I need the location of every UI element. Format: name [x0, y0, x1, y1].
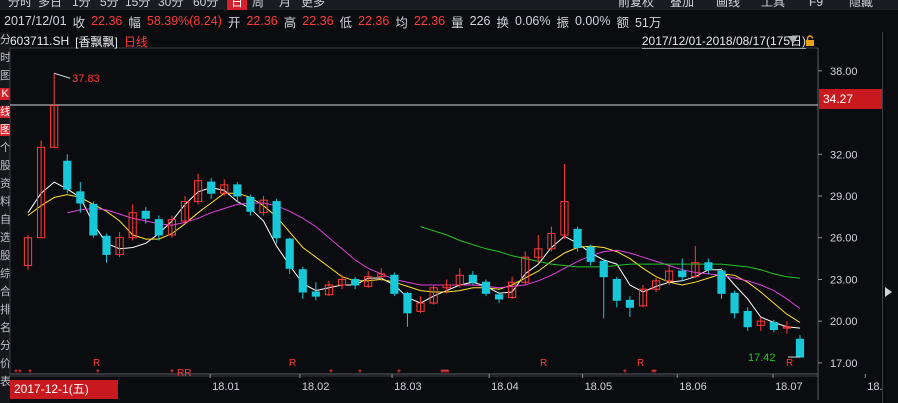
stock-name: [香飘飘]: [75, 34, 118, 49]
candle-body: [730, 292, 739, 314]
candle-body: [573, 228, 582, 248]
kline-chart[interactable]: 38.00 32.00 29.00 26.00 23.00 20.00 17.00 18.01…: [0, 0, 898, 403]
y-tick-label: 29.00: [830, 191, 858, 203]
candle-body: [390, 274, 399, 294]
candle-body: [76, 191, 85, 204]
event-marker: *: [397, 368, 401, 379]
candle-body: [154, 219, 163, 236]
x-tick-label: 18.01: [212, 381, 240, 393]
y-tick-label: 26.00: [830, 233, 858, 245]
stock-code: 603711.SH: [10, 34, 70, 48]
event-marker: *: [623, 368, 627, 379]
crosshair-date-tag: 2017-12-1(五): [10, 380, 118, 399]
range-dropdown-icon[interactable]: [788, 36, 798, 44]
crosshair-price-tag: 34.27: [819, 89, 882, 109]
event-marker: *: [358, 368, 362, 379]
date-range-label[interactable]: 2017/12/01-2018/08/17(175日): [641, 34, 806, 49]
event-marker: *: [170, 368, 174, 379]
candle-body: [298, 269, 307, 293]
candle-body: [769, 322, 778, 331]
y-tick-label: 17.00: [830, 358, 858, 370]
event-marker: *: [653, 368, 657, 379]
y-tick-label: 32.00: [830, 149, 858, 161]
period-label[interactable]: 日线: [124, 33, 148, 50]
y-tick-label: 38.00: [830, 66, 858, 78]
candle-body: [625, 299, 634, 308]
candle-body: [743, 310, 752, 328]
expand-arrow-icon[interactable]: [885, 287, 892, 297]
y-tick-label: 20.00: [830, 316, 858, 328]
event-marker: RR: [177, 368, 191, 379]
candle-body: [89, 203, 98, 236]
ma-line-ma60: [420, 226, 801, 279]
candle-body: [403, 292, 412, 314]
ma-line-ma5: [27, 181, 801, 329]
x-tick-label: 18.06: [679, 381, 707, 393]
candle-body: [494, 294, 504, 300]
candle-body: [207, 181, 216, 194]
right-scroll-strip: [882, 32, 898, 403]
candle-body: [468, 274, 477, 283]
candle-body: [481, 281, 491, 294]
plot-frame: [9, 47, 819, 377]
event-marker: *: [329, 368, 333, 379]
x-tick-label: 18.04: [491, 381, 519, 393]
y-tick-label: 23.00: [830, 274, 858, 286]
x-tick-label: 18.03: [394, 381, 422, 393]
candle-body: [285, 238, 294, 269]
candle-body: [586, 246, 595, 262]
candle-body: [63, 160, 72, 190]
event-marker: R: [540, 358, 547, 369]
candle-body: [272, 201, 281, 239]
low-label: 17.42: [748, 352, 776, 364]
candle-body: [795, 338, 805, 358]
candle-body: [678, 270, 687, 278]
event-marker: R: [289, 358, 296, 369]
candle-body: [612, 278, 621, 301]
event-marker: R: [786, 358, 793, 369]
lock-icon[interactable]: [804, 35, 816, 47]
candle-body: [704, 262, 713, 271]
event-marker: **: [442, 368, 450, 379]
event-marker: *: [28, 368, 32, 379]
candle-body: [311, 291, 320, 297]
x-tick-label: 18.05: [585, 381, 613, 393]
x-tick-label: 18.02: [302, 381, 330, 393]
high-pointer: [54, 72, 71, 79]
candle-body: [102, 235, 111, 255]
x-tick-label: 18.07: [775, 381, 803, 393]
candle-body: [351, 278, 360, 286]
high-label: 37.83: [72, 73, 100, 85]
candle-body: [717, 270, 726, 294]
candle-body: [599, 260, 608, 278]
candle-body: [141, 210, 150, 219]
event-marker: *: [96, 368, 100, 379]
event-marker: **: [14, 368, 22, 379]
candle-body: [233, 184, 242, 197]
candle-body: [246, 196, 255, 212]
event-marker: R: [637, 358, 644, 369]
chart-header: 603711.SH [香飘飘] 日线: [10, 33, 148, 49]
